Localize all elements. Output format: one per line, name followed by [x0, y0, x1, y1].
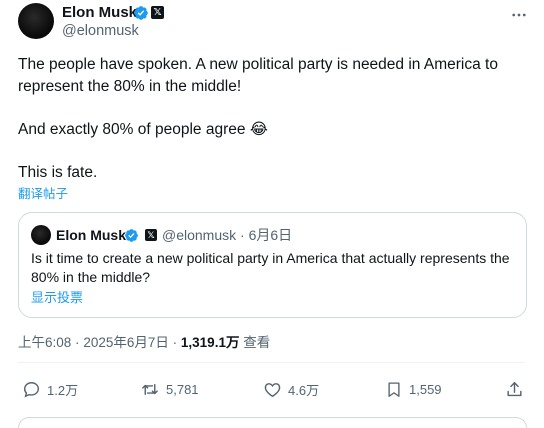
retweet-count: 5,781 — [166, 382, 199, 397]
show-poll-link[interactable]: 显示投票 — [31, 290, 83, 306]
tweet-paragraph-3: This is fate. — [18, 164, 98, 181]
tweet-paragraph-2: And exactly 80% of people agree 😂 — [18, 121, 268, 138]
reply-composer-edge — [18, 417, 527, 428]
verified-badge-icon — [133, 5, 149, 21]
translate-post-link[interactable]: 翻译帖子 — [18, 186, 68, 202]
x-logo-icon: 𝕏 — [151, 6, 164, 19]
quoted-tweet-text: Is it time to create a new political par… — [31, 250, 510, 285]
author-handle[interactable]: @elonmusk — [62, 22, 139, 40]
meta-separator: · — [75, 335, 80, 350]
bookmark-button[interactable]: 1,559 — [385, 380, 442, 399]
reply-button[interactable]: 1.2万 — [22, 380, 78, 399]
quoted-handle-date: @elonmusk · 6月6日 — [162, 227, 292, 244]
quoted-date[interactable]: 6月6日 — [249, 227, 293, 243]
bookmark-icon — [385, 380, 403, 399]
quoted-verified-badge-icon — [124, 228, 139, 243]
quoted-separator: · — [240, 227, 245, 243]
views-count: 1,319.1万 — [180, 335, 240, 350]
divider — [18, 362, 525, 363]
retweet-icon — [140, 380, 160, 399]
author-name[interactable]: Elon Musk — [62, 4, 137, 22]
like-count: 4.6万 — [288, 383, 320, 398]
views-label: 查看 — [243, 335, 271, 350]
reply-count: 1.2万 — [47, 383, 79, 398]
reply-icon — [22, 380, 41, 399]
quoted-handle[interactable]: @elonmusk — [162, 227, 236, 243]
retweet-button[interactable]: 5,781 — [140, 380, 199, 399]
tweet-time[interactable]: 上午6:08 — [18, 335, 71, 350]
quoted-author-avatar[interactable] — [31, 225, 51, 245]
more-horizontal-icon[interactable] — [510, 6, 528, 29]
quoted-x-logo-icon: 𝕏 — [145, 229, 157, 241]
tweet-meta: 上午6:08 · 2025年6月7日 · 1,319.1万 查看 — [18, 334, 270, 351]
heart-icon — [263, 380, 282, 399]
share-icon[interactable] — [505, 380, 524, 404]
quoted-author-name[interactable]: Elon Musk — [56, 227, 126, 244]
bookmark-count: 1,559 — [409, 382, 442, 397]
like-button[interactable]: 4.6万 — [263, 380, 319, 399]
tweet-date[interactable]: 2025年6月7日 — [83, 335, 169, 350]
meta-separator-2: · — [172, 335, 178, 350]
tweet-paragraph-1: The people have spoken. A new political … — [18, 56, 498, 95]
author-avatar[interactable] — [18, 3, 54, 39]
